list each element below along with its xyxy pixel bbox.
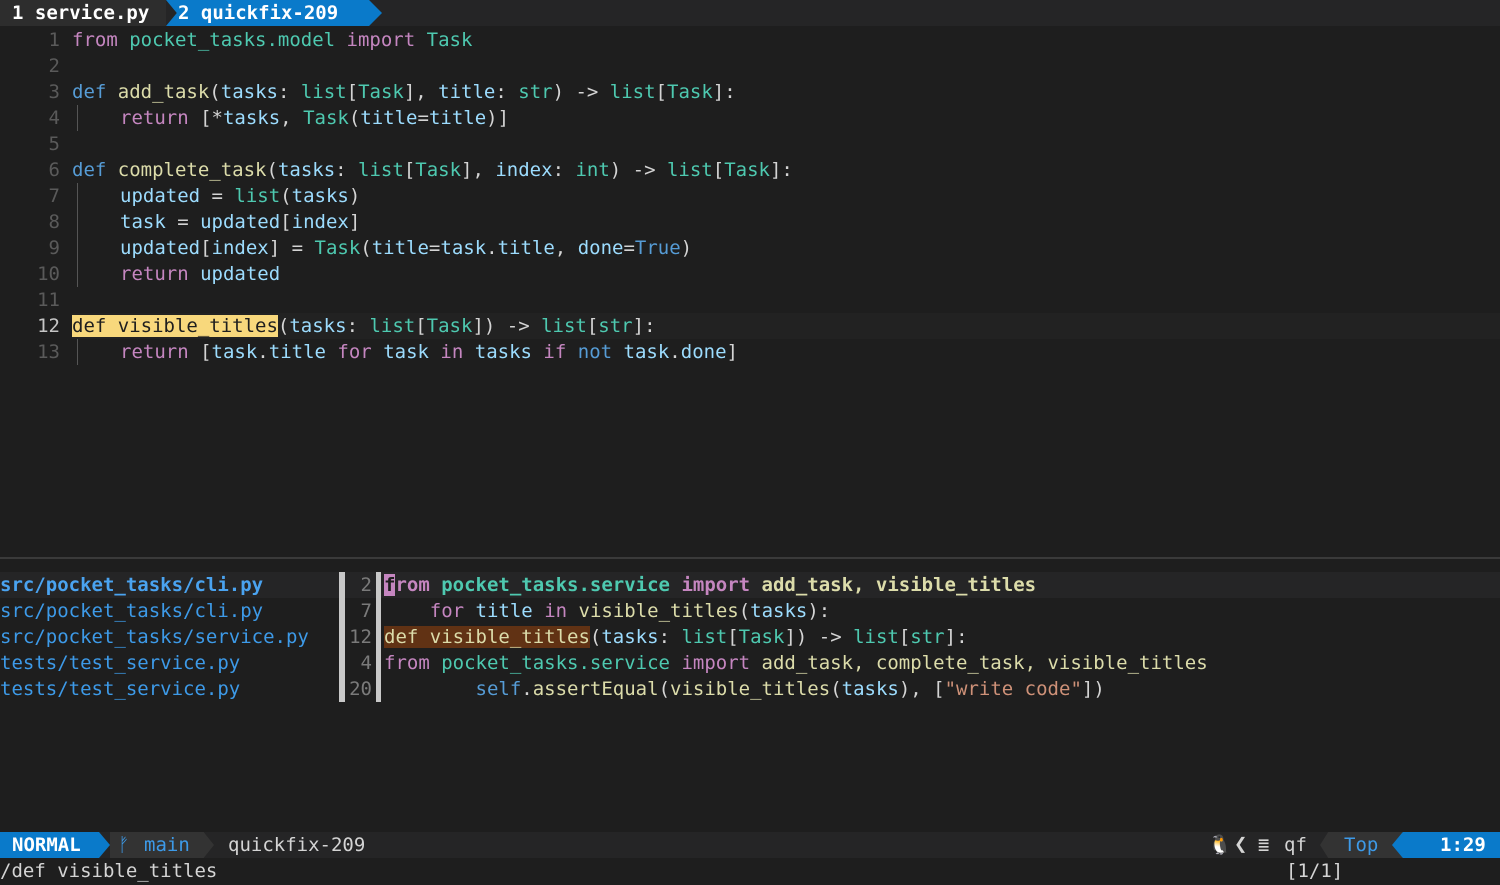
line-number: 4 [48,107,60,129]
line-number: 10 [37,263,60,285]
line-number-current: 12 [37,315,60,337]
quickfix-line-number: 4 [360,652,372,674]
quickfix-line-number: 12 [349,626,372,648]
indent-guide [77,209,78,235]
quickfix-text[interactable]: from pocket_tasks.service import add_tas… [384,572,1036,598]
quickfix-text[interactable]: def visible_titles(tasks: list[Task]) ->… [384,624,968,650]
tab-label: 2 quickfix-209 [178,2,339,24]
line-number: 1 [48,29,60,51]
search-count: [1/1] [1286,860,1344,882]
quickfix-file[interactable]: tests/test_service.py [0,650,240,676]
linux-icon: 🐧 [1208,834,1232,856]
code-line: updated[index] = Task(title=task.title, … [120,237,693,259]
quickfix-file[interactable]: src/pocket_tasks/cli.py [0,572,263,598]
search-match: def visible_titles [72,315,278,337]
code-line: return updated [120,263,281,285]
window-separator[interactable] [0,557,1500,559]
code-line: return [*tasks, Task(title=title)] [120,107,510,129]
line-number: 6 [48,159,60,181]
command-line[interactable]: /def visible_titles [1/1] [0,858,1500,885]
code-line: def complete_task(tasks: list[Task], ind… [72,159,793,181]
indent-guide [77,261,78,287]
tab-service-py[interactable]: 1 service.py [0,0,166,26]
statusline: NORMAL ᚠ main quickfix-209 🐧 ❮ ≣ qf Top … [0,832,1500,858]
code-line: from pocket_tasks.model import Task [72,29,473,51]
branch-name: main [144,834,190,856]
line-number: 2 [48,55,60,77]
mode-indicator: NORMAL [0,832,110,858]
chevron-left-icon: ❮ [1234,832,1248,857]
quickfix-list[interactable]: src/pocket_tasks/cli.py src/pocket_tasks… [0,572,1500,830]
line-number: 13 [37,341,60,363]
quickfix-separator [376,572,381,702]
search-match: def visible_titles [384,626,590,648]
search-command[interactable]: /def visible_titles [0,858,217,884]
git-branch-icon: ᚠ [118,834,130,856]
code-line: updated = list(tasks) [120,185,361,207]
code-line: task = updated[index] [120,211,361,233]
line-number: 8 [48,211,60,233]
code-line: return [task.title for task in tasks if … [120,341,738,363]
quickfix-line-number: 2 [360,574,372,596]
line-number: 3 [48,81,60,103]
code-line: def add_task(tasks: list[Task], title: s… [72,81,736,103]
quickfix-text[interactable]: self.assertEqual(visible_titles(tasks), … [384,676,1105,702]
quickfix-line-number: 7 [360,600,372,622]
quickfix-file[interactable]: src/pocket_tasks/service.py [0,624,309,650]
line-number: 11 [37,289,60,311]
tab-quickfix[interactable]: 2 quickfix-209 [166,0,382,26]
quickfix-text[interactable]: from pocket_tasks.service import add_tas… [384,650,1208,676]
editor-window[interactable]: 1 2 3 4 5 6 7 8 9 10 11 12 13 from pocke… [0,27,1500,557]
tab-label: 1 service.py [12,2,150,24]
buffer-name: quickfix-209 [228,834,366,856]
line-number: 9 [48,237,60,259]
indent-guide [77,339,78,365]
line-number: 7 [48,185,60,207]
scroll-position: Top [1320,832,1402,858]
tabline: 1 service.py 2 quickfix-209 [0,0,1500,26]
indent-guide [77,105,78,131]
indent-guide [77,235,78,261]
cursor-position: 1:29 [1392,832,1500,858]
code-line-current: def visible_titles(tasks: list[Task]) ->… [72,315,656,337]
filetype: qf [1284,834,1307,856]
indent-guide [77,183,78,209]
git-branch: ᚠ main [110,832,214,858]
cursor: f [384,574,396,596]
quickfix-file[interactable]: tests/test_service.py [0,676,240,702]
quickfix-line-number: 20 [349,678,372,700]
line-number: 5 [48,133,60,155]
quickfix-file[interactable]: src/pocket_tasks/cli.py [0,598,263,624]
lines-icon: ≣ [1258,834,1270,856]
quickfix-text[interactable]: for title in visible_titles(tasks): [384,598,830,624]
